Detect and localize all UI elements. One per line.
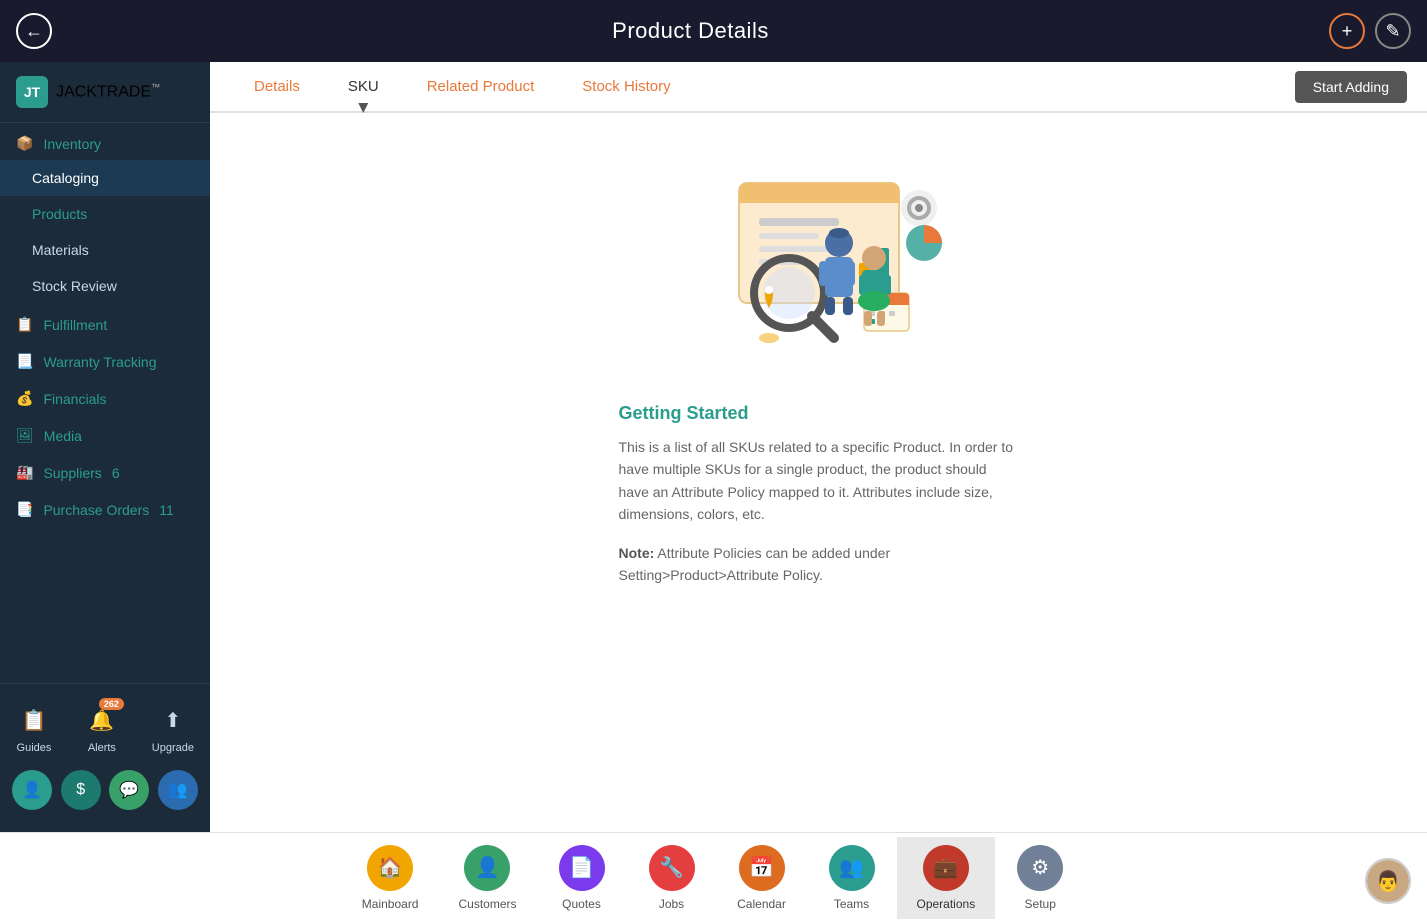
sidebar-bottom: 📋 Guides 🔔 262 Alerts ⬆ Upgrade 👤 $ 💬 👥 xyxy=(0,683,210,832)
sidebar-item-materials[interactable]: Materials xyxy=(0,232,210,268)
guides-label: Guides xyxy=(17,742,52,754)
logo-icon: JT xyxy=(16,76,48,108)
upgrade-label: Upgrade xyxy=(152,742,194,754)
getting-started-section: Getting Started This is a list of all SK… xyxy=(619,403,1019,586)
alerts-button[interactable]: 🔔 262 Alerts xyxy=(84,702,120,754)
getting-started-paragraph: This is a list of all SKUs related to a … xyxy=(619,436,1019,526)
nav-mainboard[interactable]: 🏠 Mainboard xyxy=(342,837,439,919)
teams-label: Teams xyxy=(834,897,869,911)
purchase-orders-icon: 📑 xyxy=(16,501,33,518)
sidebar-item-media[interactable]: 🖼 Media xyxy=(0,415,210,452)
sidebar: JT JACKTRADE™ 📦 Inventory Cataloging Pro… xyxy=(0,62,210,832)
sidebar-item-inventory[interactable]: 📦 Inventory xyxy=(0,123,210,160)
guides-icon: 📋 xyxy=(16,702,52,738)
note-text: Note: Attribute Policies can be added un… xyxy=(619,542,1019,587)
fulfillment-icon: 📋 xyxy=(16,316,33,333)
page-title: Product Details xyxy=(612,18,769,44)
nav-quotes[interactable]: 📄 Quotes xyxy=(537,837,627,919)
customers-label: Customers xyxy=(458,897,516,911)
team-button[interactable]: 👥 xyxy=(158,770,198,810)
getting-started-title: Getting Started xyxy=(619,403,1019,424)
nav-customers[interactable]: 👤 Customers xyxy=(438,837,536,919)
sidebar-item-financials[interactable]: 💰 Financials xyxy=(0,378,210,415)
note-content: Attribute Policies can be added under Se… xyxy=(619,545,891,583)
mainboard-icon: 🏠 xyxy=(367,845,413,891)
logo-text: JACKTRADE™ xyxy=(56,82,160,101)
top-header: ← Product Details + ✎ xyxy=(0,0,1427,62)
sidebar-item-products[interactable]: Products xyxy=(0,196,210,232)
user-avatar[interactable]: 👨 xyxy=(1365,858,1411,904)
note-label: Note: xyxy=(619,545,655,561)
calendar-label: Calendar xyxy=(737,897,786,911)
quotes-label: Quotes xyxy=(562,897,601,911)
avatar-image: 👨 xyxy=(1367,860,1409,902)
sku-illustration xyxy=(689,153,949,373)
main-content: Getting Started This is a list of all SK… xyxy=(210,113,1427,832)
suppliers-badge: 6 xyxy=(112,465,120,481)
edit-button[interactable]: ✎ xyxy=(1375,13,1411,49)
setup-label: Setup xyxy=(1025,897,1056,911)
nav-operations[interactable]: 💼 Operations xyxy=(897,837,996,919)
operations-icon: 💼 xyxy=(923,845,969,891)
customers-icon: 👤 xyxy=(464,845,510,891)
sidebar-logo: JT JACKTRADE™ xyxy=(0,62,210,123)
calendar-icon: 📅 xyxy=(739,845,785,891)
upgrade-button[interactable]: ⬆ Upgrade xyxy=(152,702,194,754)
sidebar-item-suppliers[interactable]: 🏭 Suppliers 6 xyxy=(0,452,210,489)
tab-details[interactable]: Details xyxy=(230,62,324,111)
start-adding-button[interactable]: Start Adding xyxy=(1295,71,1407,103)
chat-button[interactable]: 💬 xyxy=(109,770,149,810)
content-area: Details SKU Related Product Stock Histor… xyxy=(210,62,1427,832)
quotes-icon: 📄 xyxy=(559,845,605,891)
tab-sku[interactable]: SKU xyxy=(324,62,403,111)
tabs-bar: Details SKU Related Product Stock Histor… xyxy=(210,62,1427,113)
inventory-icon: 📦 xyxy=(16,135,33,152)
sidebar-item-fulfillment[interactable]: 📋 Fulfillment xyxy=(0,304,210,341)
purchase-orders-badge: 11 xyxy=(159,502,174,518)
upgrade-icon: ⬆ xyxy=(155,702,191,738)
header-actions: + ✎ xyxy=(1329,13,1411,49)
guides-button[interactable]: 📋 Guides xyxy=(16,702,52,754)
bottom-nav: 🏠 Mainboard 👤 Customers 📄 Quotes 🔧 Jobs … xyxy=(0,832,1427,922)
teams-icon: 👥 xyxy=(829,845,875,891)
sidebar-item-warranty-tracking[interactable]: 📃 Warranty Tracking xyxy=(0,341,210,378)
financials-icon: 💰 xyxy=(16,390,33,407)
warranty-icon: 📃 xyxy=(16,353,33,370)
nav-jobs[interactable]: 🔧 Jobs xyxy=(627,837,717,919)
mainboard-label: Mainboard xyxy=(362,897,419,911)
user-profile-button[interactable]: 👤 xyxy=(12,770,52,810)
add-button[interactable]: + xyxy=(1329,13,1365,49)
sidebar-item-cataloging[interactable]: Cataloging xyxy=(0,160,210,196)
alerts-label: Alerts xyxy=(88,742,116,754)
sidebar-item-purchase-orders[interactable]: 📑 Purchase Orders 11 xyxy=(0,489,210,526)
sidebar-bottom-icons: 📋 Guides 🔔 262 Alerts ⬆ Upgrade xyxy=(0,694,210,762)
nav-setup[interactable]: ⚙ Setup xyxy=(995,837,1085,919)
tab-stock-history[interactable]: Stock History xyxy=(558,62,694,111)
operations-label: Operations xyxy=(917,897,976,911)
nav-calendar[interactable]: 📅 Calendar xyxy=(717,837,807,919)
tab-related-product[interactable]: Related Product xyxy=(403,62,559,111)
jobs-label: Jobs xyxy=(659,897,684,911)
jobs-icon: 🔧 xyxy=(649,845,695,891)
media-icon: 🖼 xyxy=(16,427,34,444)
setup-icon: ⚙ xyxy=(1017,845,1063,891)
billing-button[interactable]: $ xyxy=(61,770,101,810)
suppliers-icon: 🏭 xyxy=(16,464,33,481)
nav-teams[interactable]: 👥 Teams xyxy=(807,837,897,919)
back-button[interactable]: ← xyxy=(16,13,52,49)
user-icons-row: 👤 $ 💬 👥 xyxy=(0,762,210,822)
main-body: JT JACKTRADE™ 📦 Inventory Cataloging Pro… xyxy=(0,62,1427,832)
sidebar-item-stock-review[interactable]: Stock Review xyxy=(0,268,210,304)
alerts-badge: 262 xyxy=(99,698,124,710)
